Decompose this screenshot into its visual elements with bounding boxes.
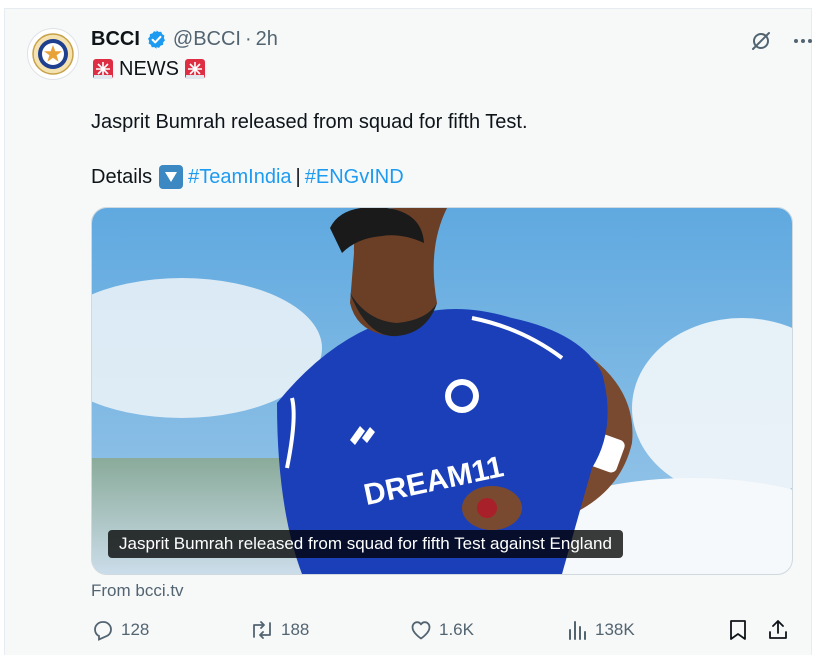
- news-label: NEWS: [119, 57, 179, 80]
- author-name[interactable]: BCCI: [91, 28, 140, 51]
- media-caption: Jasprit Bumrah released from squad for f…: [108, 530, 623, 558]
- views-icon: [569, 621, 586, 640]
- views-count: 138K: [595, 620, 635, 639]
- action-bar: 128 188 1.6K 138K: [91, 618, 791, 646]
- repost-count: 188: [281, 620, 310, 639]
- post-header: BCCI @BCCI · 2h: [91, 27, 278, 51]
- hashtag-teamindia[interactable]: #TeamIndia: [188, 166, 291, 189]
- author-handle[interactable]: @BCCI: [173, 28, 241, 51]
- hashtag-engvind[interactable]: #ENGvIND: [305, 166, 404, 189]
- bookmark-icon: [730, 620, 746, 640]
- details-line: Details #TeamIndia | #ENGvIND: [91, 165, 404, 189]
- media-image[interactable]: DREAM11: [91, 207, 793, 575]
- post-text: Jasprit Bumrah released from squad for f…: [91, 111, 528, 133]
- views-button[interactable]: 138K: [567, 618, 635, 642]
- player-photo: DREAM11: [92, 208, 792, 574]
- post-time[interactable]: 2h: [256, 28, 278, 51]
- avatar[interactable]: [27, 28, 79, 80]
- grok-icon[interactable]: [749, 29, 773, 53]
- reply-icon: [94, 621, 112, 641]
- hashtag-divider: |: [295, 165, 301, 188]
- bcci-logo-icon: [32, 33, 74, 75]
- news-line: NEWS: [91, 57, 207, 81]
- down-arrow-icon: [159, 165, 184, 189]
- post-top-actions: [749, 29, 815, 53]
- more-icon[interactable]: [791, 29, 815, 53]
- reply-button[interactable]: 128: [91, 618, 149, 642]
- like-button[interactable]: 1.6K: [409, 618, 474, 642]
- share-icon: [769, 620, 787, 639]
- share-button[interactable]: [766, 618, 790, 642]
- reply-count: 128: [121, 620, 150, 639]
- repost-button[interactable]: 188: [249, 618, 309, 642]
- siren-icon: [185, 59, 205, 79]
- like-count: 1.6K: [439, 620, 474, 639]
- details-label: Details: [91, 165, 153, 188]
- like-icon: [411, 621, 431, 640]
- link-source[interactable]: From bcci.tv: [91, 581, 184, 601]
- separator-dot: ·: [244, 27, 252, 50]
- bookmark-button[interactable]: [727, 618, 749, 642]
- siren-icon: [93, 59, 113, 79]
- verified-badge-icon[interactable]: [146, 29, 167, 50]
- repost-icon: [253, 621, 271, 639]
